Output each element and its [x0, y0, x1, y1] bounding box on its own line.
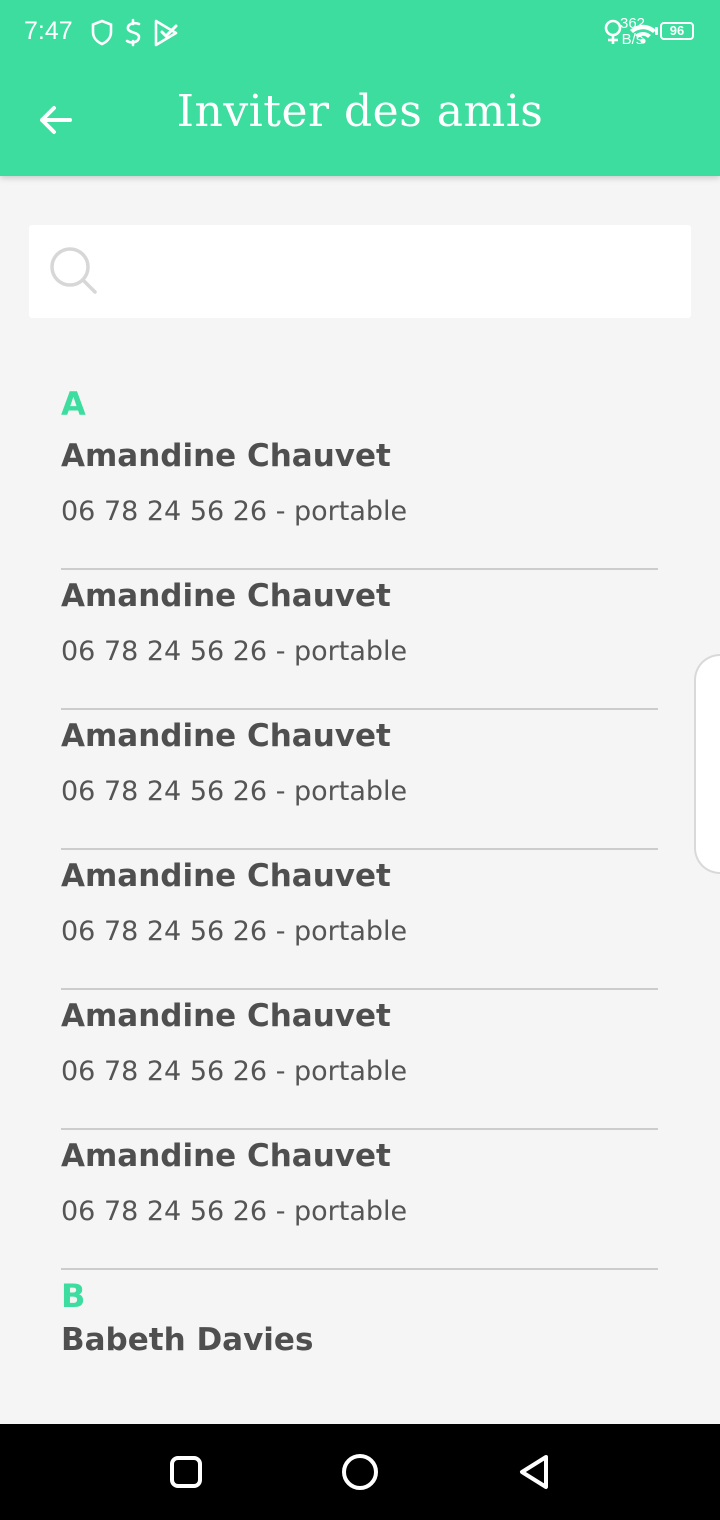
battery-nub — [655, 27, 658, 35]
section-a: A Amandine Chauvet 06 78 24 56 26 - port… — [61, 378, 658, 1270]
back-triangle-icon[interactable] — [510, 1448, 558, 1496]
divider — [61, 1268, 658, 1270]
dollar-icon — [125, 18, 141, 47]
contact-name: Amandine Chauvet — [61, 718, 391, 754]
contact-item[interactable]: Amandine Chauvet 06 78 24 56 26 - portab… — [61, 570, 658, 710]
contact-name: Babeth Davies — [61, 1322, 314, 1358]
location-icon — [604, 19, 622, 44]
battery-icon: 96 — [660, 22, 694, 40]
status-time: 7:47 — [24, 17, 73, 45]
recents-square-icon[interactable] — [162, 1448, 210, 1496]
contact-item[interactable]: Amandine Chauvet 06 78 24 56 26 - portab… — [61, 1130, 658, 1270]
contact-item[interactable]: Amandine Chauvet 06 78 24 56 26 - portab… — [61, 430, 658, 570]
contact-name: Amandine Chauvet — [61, 1138, 391, 1174]
search-input[interactable] — [110, 238, 674, 306]
home-circle-icon[interactable] — [336, 1448, 384, 1496]
contact-phone: 06 78 24 56 26 - portable — [61, 776, 408, 807]
contact-list: A Amandine Chauvet 06 78 24 56 26 - port… — [61, 360, 658, 1462]
section-letter: B — [61, 1277, 86, 1315]
contact-phone: 06 78 24 56 26 - portable — [61, 916, 408, 947]
play-check-icon — [154, 19, 178, 47]
side-panel-handle[interactable] — [694, 654, 720, 874]
screen: 7:47 362 B/s 96 Inviter des amis A Amand… — [0, 0, 720, 1520]
battery-level: 96 — [669, 23, 685, 38]
page-title: Inviter des amis — [176, 86, 544, 137]
system-nav-bar — [0, 1424, 720, 1520]
net-speed-value: 362 — [620, 15, 646, 32]
status-left-icons — [91, 18, 178, 47]
contact-name: Amandine Chauvet — [61, 438, 391, 474]
search-icon — [50, 247, 97, 294]
contact-name: Amandine Chauvet — [61, 578, 391, 614]
net-speed: 362 B/s — [620, 16, 645, 48]
shield-icon — [91, 19, 113, 46]
contact-name: Amandine Chauvet — [61, 858, 391, 894]
net-speed-unit: B/s — [621, 31, 644, 48]
contact-item[interactable]: Amandine Chauvet 06 78 24 56 26 - portab… — [61, 710, 658, 850]
contact-phone: 06 78 24 56 26 - portable — [61, 1056, 408, 1087]
contact-item[interactable]: Amandine Chauvet 06 78 24 56 26 - portab… — [61, 990, 658, 1130]
contact-item[interactable]: Amandine Chauvet 06 78 24 56 26 - portab… — [61, 850, 658, 990]
app-header: 7:47 362 B/s 96 Inviter des amis — [0, 0, 720, 176]
contact-phone: 06 78 24 56 26 - portable — [61, 1196, 408, 1227]
contact-name: Amandine Chauvet — [61, 998, 391, 1034]
contact-phone: 06 78 24 56 26 - portable — [61, 636, 408, 667]
section-letter: A — [61, 385, 86, 423]
contact-phone: 06 78 24 56 26 - portable — [61, 496, 408, 527]
